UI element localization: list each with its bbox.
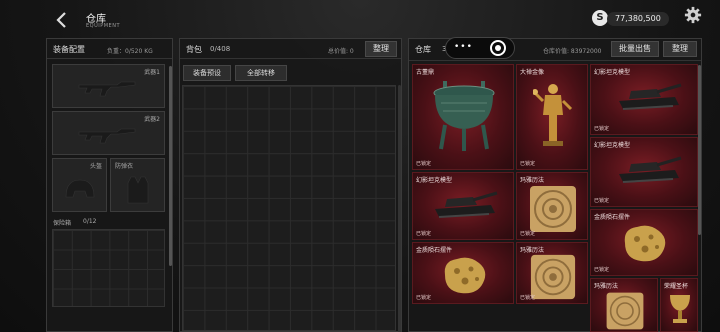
backpack-tidy-button[interactable]: 整理: [365, 41, 397, 57]
warehouse-title: 仓库: [415, 45, 431, 54]
gold-meteorite-icon: [444, 257, 486, 294]
item-card[interactable]: 古董鼎 已锁定: [412, 64, 514, 170]
rifle-icon: [78, 81, 136, 97]
item-name: 大禅金像: [520, 69, 545, 76]
golden-statue-icon: [533, 84, 573, 146]
floating-toolbar[interactable]: •••: [445, 37, 515, 59]
item-name: 玛雅历法: [520, 177, 545, 184]
weapon1-slot[interactable]: 武器1: [52, 64, 165, 108]
item-name: 金质陨石摆件: [594, 214, 631, 221]
armor-slot[interactable]: 防弹衣: [110, 158, 165, 212]
back-arrow-icon[interactable]: [52, 10, 72, 30]
maya-calendar-icon: [606, 292, 644, 330]
bulk-sell-button[interactable]: 批量出售: [611, 41, 659, 57]
page-subtitle: EQUIPMENT: [86, 23, 121, 29]
vest-icon: [127, 176, 149, 204]
item-card[interactable]: 玛雅历法 已锁定: [516, 242, 588, 304]
backpack-count: 0/408: [210, 45, 231, 53]
equipment-preset-tab[interactable]: 装备预设: [183, 65, 231, 81]
load-weight: 负重：0/520 KG: [107, 48, 153, 55]
tank-model-icon: [619, 83, 682, 110]
record-circle-icon[interactable]: [490, 40, 506, 56]
backpack-panel: 背包 0/408 总价值: 0 整理 装备预设 全部转移: [179, 38, 402, 332]
item-name: 幻影坦克模型: [594, 142, 631, 149]
item-status: 已锁定: [594, 267, 610, 273]
helmet-icon: [65, 179, 95, 198]
backpack-header: 背包 0/408 总价值: 0 整理: [180, 39, 401, 59]
item-name: 荣耀圣杯: [664, 283, 689, 290]
item-name: 幻影坦克模型: [416, 177, 453, 184]
tank-model-icon: [619, 156, 682, 183]
item-status: 已锁定: [416, 295, 432, 301]
weapon2-slot[interactable]: 武器2: [52, 111, 165, 155]
money-display: 77,380,500: [607, 12, 669, 26]
item-card[interactable]: 金质陨石摆件 已锁定: [590, 209, 698, 276]
safebox-label: 保险箱: [53, 220, 72, 227]
item-card[interactable]: 幻影坦克模型 已锁定: [590, 137, 698, 207]
bronze-ding-icon: [433, 81, 495, 151]
item-status: 已锁定: [594, 198, 610, 204]
warehouse-tidy-button[interactable]: 整理: [663, 41, 697, 57]
warehouse-scrollbar[interactable]: [698, 65, 701, 235]
maya-calendar-icon: [530, 254, 576, 300]
equipment-header: 装备配置 负重：0/520 KG: [47, 39, 172, 59]
coin-icon: S: [592, 10, 608, 26]
more-dots-icon[interactable]: •••: [454, 42, 473, 52]
tank-model-icon: [435, 191, 498, 218]
item-name: 古董鼎: [416, 69, 435, 76]
equipment-panel: 装备配置 负重：0/520 KG 武器1 武器2 头盔 防弹衣 保险箱 0/12: [46, 38, 173, 332]
backpack-title: 背包: [186, 45, 202, 54]
weapon1-label: 武器1: [144, 69, 160, 76]
warehouse-total-value: 仓库价值: 83972000: [543, 48, 602, 55]
item-status: 已锁定: [416, 231, 432, 237]
backpack-scrollbar[interactable]: [398, 85, 401, 332]
item-card[interactable]: 玛雅历法: [590, 278, 658, 332]
item-card[interactable]: 荣耀圣杯: [660, 278, 698, 332]
item-name: 玛雅历法: [594, 283, 619, 290]
item-card[interactable]: 玛雅历法 已锁定: [516, 172, 588, 240]
item-name: 幻影坦克模型: [594, 69, 631, 76]
item-card[interactable]: 幻影坦克模型 已锁定: [590, 64, 698, 135]
weapon2-label: 武器2: [144, 116, 160, 123]
gear-icon[interactable]: [684, 6, 702, 29]
item-status: 已锁定: [520, 231, 536, 237]
item-status: 已锁定: [416, 161, 432, 167]
backpack-total-value: 总价值: 0: [328, 48, 354, 55]
item-name: 金质陨石摆件: [416, 247, 453, 254]
armor-label: 防弹衣: [115, 163, 134, 170]
item-card[interactable]: 金质陨石摆件 已锁定: [412, 242, 514, 304]
item-status: 已锁定: [520, 161, 536, 167]
safebox-count: 0/12: [83, 218, 97, 225]
item-card[interactable]: 幻影坦克模型 已锁定: [412, 172, 514, 240]
equipment-title: 装备配置: [53, 45, 85, 54]
holy-grail-icon: [670, 295, 690, 323]
equipment-scrollbar[interactable]: [169, 66, 172, 266]
maya-calendar-icon: [530, 186, 576, 232]
rifle-icon: [78, 128, 136, 144]
helmet-slot[interactable]: 头盔: [52, 158, 107, 212]
transfer-all-tab[interactable]: 全部转移: [235, 65, 287, 81]
backpack-grid[interactable]: [182, 85, 396, 331]
item-status: 已锁定: [520, 295, 536, 301]
safebox-grid[interactable]: [52, 229, 165, 307]
gold-meteorite-icon: [624, 225, 666, 262]
item-card[interactable]: 大禅金像 已锁定: [516, 64, 588, 170]
helmet-label: 头盔: [89, 163, 102, 170]
item-status: 已锁定: [594, 126, 610, 132]
